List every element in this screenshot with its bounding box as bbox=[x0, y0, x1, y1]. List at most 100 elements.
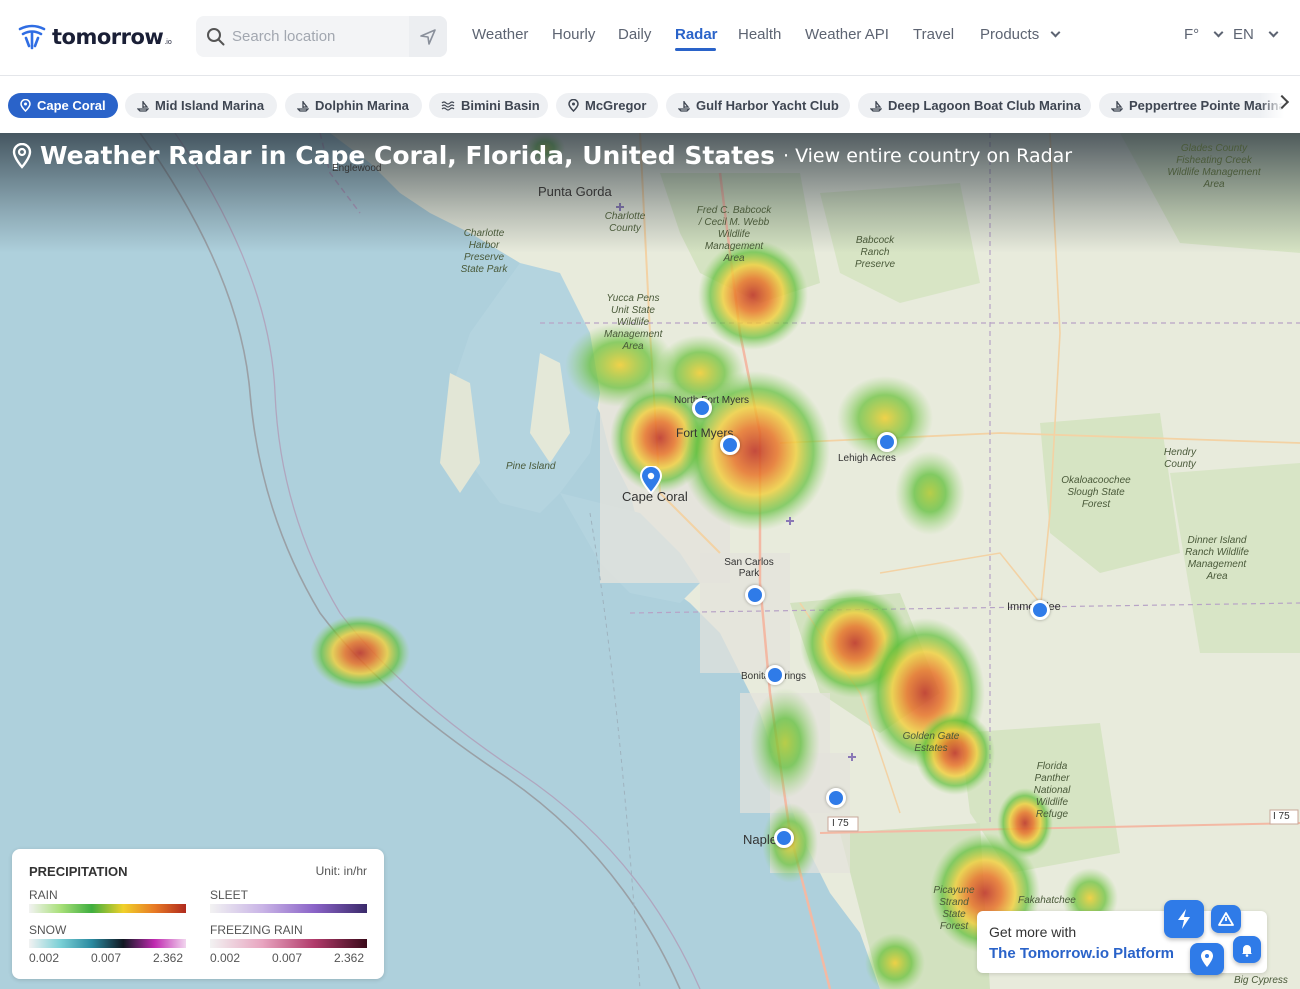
nav-radar[interactable]: Radar bbox=[675, 26, 718, 43]
place-label: Florida Panther National Wildlife Refuge bbox=[1033, 761, 1071, 820]
navigation-arrow-icon bbox=[420, 28, 436, 45]
legend-tick: 2.362 bbox=[334, 951, 365, 965]
locate-me-button[interactable] bbox=[409, 16, 447, 57]
highway-shield: I 75 bbox=[1273, 811, 1290, 822]
location-marker[interactable] bbox=[745, 585, 765, 605]
legend-title: PRECIPITATION bbox=[29, 864, 128, 879]
logo-suffix: .io bbox=[164, 38, 172, 46]
logo-text: tomorrow bbox=[52, 25, 164, 49]
chip-bimini-basin[interactable]: Bimini Basin bbox=[429, 93, 548, 118]
highway-shield: I 75 bbox=[832, 818, 849, 829]
chip-label: McGregor bbox=[585, 98, 647, 113]
language-selector[interactable]: EN bbox=[1233, 26, 1279, 43]
legend-tick: 0.007 bbox=[272, 951, 303, 965]
location-pin-icon bbox=[20, 99, 31, 112]
place-label: Lehigh Acres bbox=[838, 453, 896, 464]
boat-icon bbox=[137, 100, 149, 112]
place-label: Pine Island bbox=[506, 461, 556, 472]
nav-travel[interactable]: Travel bbox=[913, 26, 954, 43]
chip-label: Gulf Harbor Yacht Club bbox=[696, 98, 839, 113]
legend-freezing-rain-label: FREEZING RAIN bbox=[210, 923, 303, 937]
place-label: Okaloacoochee Slough State Forest bbox=[1061, 475, 1131, 510]
location-marker[interactable] bbox=[765, 665, 785, 685]
location-marker[interactable] bbox=[774, 828, 794, 848]
promo-link[interactable]: The Tomorrow.io Platform bbox=[989, 945, 1174, 962]
precipitation-legend: PRECIPITATION Unit: in/hr RAIN SLEET SNO… bbox=[12, 849, 384, 979]
place-label: Picayune Strand State Forest bbox=[933, 885, 975, 932]
place-label: Big Cypress bbox=[1234, 975, 1288, 986]
boat-icon bbox=[870, 100, 882, 112]
legend-sleet-scale bbox=[210, 904, 367, 913]
radar-title-text: Weather Radar in Cape Coral, Florida, Un… bbox=[40, 141, 775, 170]
place-label: Babcock Ranch Preserve bbox=[854, 235, 895, 270]
nav-products-label: Products bbox=[980, 26, 1040, 43]
location-marker[interactable] bbox=[877, 432, 897, 452]
chip-deep-lagoon-boat-club-marina[interactable]: Deep Lagoon Boat Club Marina bbox=[858, 93, 1091, 118]
tomorrow-logo[interactable]: tomorrow .io bbox=[18, 22, 172, 52]
place-label: Dinner Island Ranch Wildlife Management … bbox=[1185, 535, 1249, 582]
view-country-link[interactable]: · View entire country on Radar bbox=[783, 145, 1072, 167]
unit-selector[interactable]: F° bbox=[1184, 26, 1224, 43]
legend-freezing-rain-scale bbox=[210, 939, 367, 948]
boat-icon bbox=[297, 100, 309, 112]
chip-mcgregor[interactable]: McGregor bbox=[556, 93, 658, 118]
legend-tick: 0.002 bbox=[210, 951, 241, 965]
boat-icon bbox=[678, 100, 690, 112]
location-marker[interactable] bbox=[1030, 600, 1050, 620]
chip-label: Cape Coral bbox=[37, 98, 106, 113]
place-label: Glades County Fisheating Creek Wildlife … bbox=[1167, 143, 1261, 190]
search-icon bbox=[207, 28, 225, 46]
place-label: Englewood bbox=[332, 163, 382, 174]
chip-label: Dolphin Marina bbox=[315, 98, 409, 113]
radar-map[interactable]: Weather Radar in Cape Coral, Florida, Un… bbox=[0, 133, 1300, 989]
nav-health[interactable]: Health bbox=[738, 26, 781, 43]
chevron-down-icon bbox=[1050, 27, 1061, 38]
nav-weather-api[interactable]: Weather API bbox=[805, 26, 889, 43]
waves-icon bbox=[441, 101, 455, 111]
place-label: Fred C. Babcock / Cecil M. Webb Wildlife… bbox=[696, 205, 772, 264]
chip-gulf-harbor-yacht-club[interactable]: Gulf Harbor Yacht Club bbox=[666, 93, 850, 118]
radar-title: Weather Radar in Cape Coral, Florida, Un… bbox=[12, 141, 1072, 170]
location-marker[interactable] bbox=[692, 398, 712, 418]
language-label: EN bbox=[1233, 26, 1254, 43]
nav-daily[interactable]: Daily bbox=[618, 26, 651, 43]
legend-tick: 0.002 bbox=[29, 951, 60, 965]
place-label: San Carlos Park bbox=[724, 557, 774, 579]
nav-weather[interactable]: Weather bbox=[472, 26, 528, 43]
chip-mid-island-marina[interactable]: Mid Island Marina bbox=[125, 93, 277, 118]
place-label: Charlotte County bbox=[604, 211, 646, 234]
nav-products[interactable]: Products bbox=[980, 26, 1061, 43]
legend-snow-label: SNOW bbox=[29, 923, 67, 937]
place-label: Hendry County bbox=[1163, 447, 1197, 470]
place-label: Punta Gorda bbox=[538, 184, 612, 199]
place-label: Yucca Pens Unit State Wildlife Managemen… bbox=[604, 293, 663, 352]
search-input[interactable] bbox=[232, 22, 402, 51]
selected-location-pin-icon[interactable] bbox=[640, 466, 662, 494]
map-pin-icon bbox=[1190, 943, 1224, 975]
legend-sleet-label: SLEET bbox=[210, 888, 249, 902]
chip-label: Mid Island Marina bbox=[155, 98, 265, 113]
location-marker[interactable] bbox=[826, 788, 846, 808]
place-label: Charlotte Harbor Preserve State Park bbox=[460, 228, 508, 275]
legend-snow-scale bbox=[29, 939, 186, 948]
chip-cape-coral[interactable]: Cape Coral bbox=[8, 93, 118, 118]
legend-rain-scale bbox=[29, 904, 186, 913]
legend-unit: Unit: in/hr bbox=[315, 864, 367, 878]
nav-hourly[interactable]: Hourly bbox=[552, 26, 595, 43]
legend-rain-label: RAIN bbox=[29, 888, 58, 902]
chip-label: Deep Lagoon Boat Club Marina bbox=[888, 98, 1081, 113]
chip-dolphin-marina[interactable]: Dolphin Marina bbox=[285, 93, 422, 118]
promo-line1: Get more with bbox=[989, 924, 1077, 940]
location-marker[interactable] bbox=[720, 435, 740, 455]
chevron-down-icon bbox=[1213, 27, 1224, 38]
alert-icon bbox=[1211, 905, 1241, 933]
place-label: Fakahatchee bbox=[1018, 895, 1076, 906]
boat-icon bbox=[1111, 100, 1123, 112]
legend-tick: 0.007 bbox=[91, 951, 122, 965]
location-pin-icon bbox=[568, 99, 579, 112]
lightning-icon bbox=[1164, 900, 1204, 938]
chevron-down-icon bbox=[1268, 27, 1279, 38]
bell-icon bbox=[1233, 936, 1261, 963]
location-chips-bar: Cape Coral Mid Island Marina Dolphin Mar… bbox=[0, 77, 1300, 133]
legend-tick: 2.362 bbox=[153, 951, 184, 965]
